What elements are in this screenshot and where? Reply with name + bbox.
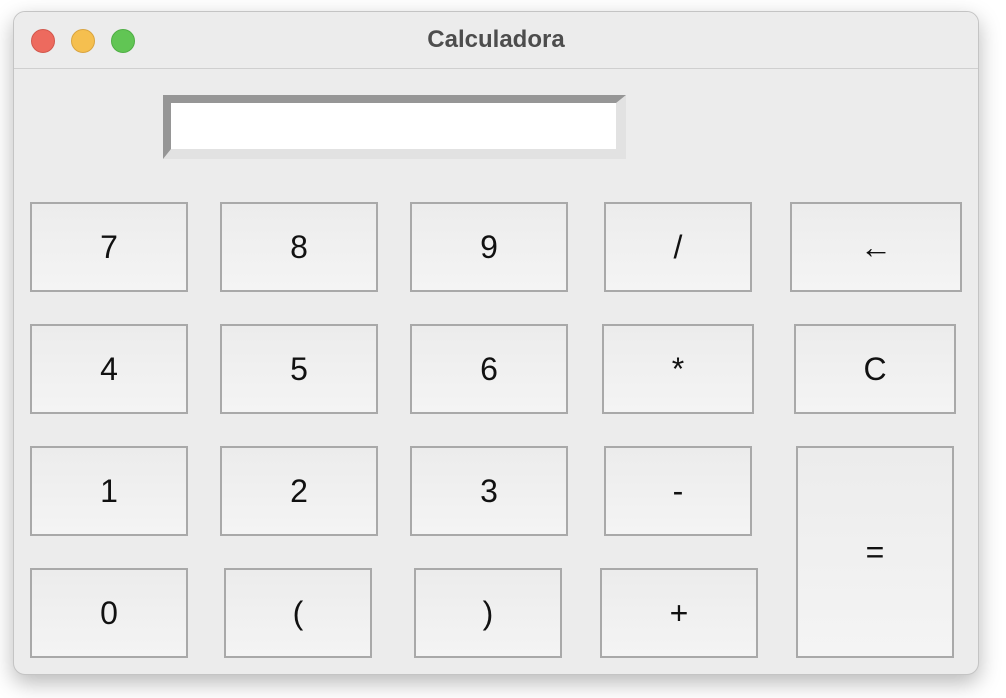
divide-label: / xyxy=(673,228,683,265)
clear-label: C xyxy=(863,350,887,387)
key-6-button[interactable]: 6 xyxy=(410,324,568,414)
minus-label: - xyxy=(672,472,684,509)
key-5-button[interactable]: 5 xyxy=(220,324,378,414)
divide-button[interactable]: / xyxy=(604,202,752,292)
key-0-button[interactable]: 0 xyxy=(30,568,188,658)
key-2-button[interactable]: 2 xyxy=(220,446,378,536)
backspace-button[interactable]: ← xyxy=(790,202,962,292)
plus-button[interactable]: + xyxy=(600,568,758,658)
key-3-button[interactable]: 3 xyxy=(410,446,568,536)
plus-label: + xyxy=(669,594,689,631)
open-paren-button[interactable]: ( xyxy=(224,568,372,658)
multiply-label: * xyxy=(671,350,685,387)
key-8-label: 8 xyxy=(290,228,308,265)
key-1-label: 1 xyxy=(100,472,118,509)
key-4-button[interactable]: 4 xyxy=(30,324,188,414)
equals-label: = xyxy=(865,533,885,570)
close-paren-button[interactable]: ) xyxy=(414,568,562,658)
key-9-label: 9 xyxy=(480,228,498,265)
key-3-label: 3 xyxy=(480,472,498,509)
open-paren-label: ( xyxy=(292,594,304,631)
title-bar: Calculadora xyxy=(14,12,978,69)
key-7-label: 7 xyxy=(100,228,118,265)
minus-button[interactable]: - xyxy=(604,446,752,536)
backspace-arrow-icon: ← xyxy=(860,228,892,265)
multiply-button[interactable]: * xyxy=(602,324,754,414)
key-9-button[interactable]: 9 xyxy=(410,202,568,292)
key-5-label: 5 xyxy=(290,350,308,387)
close-paren-label: ) xyxy=(482,594,494,631)
key-0-label: 0 xyxy=(100,594,118,631)
key-8-button[interactable]: 8 xyxy=(220,202,378,292)
key-4-label: 4 xyxy=(100,350,118,387)
clear-button[interactable]: C xyxy=(794,324,956,414)
key-2-label: 2 xyxy=(290,472,308,509)
equals-button[interactable]: = xyxy=(796,446,954,658)
key-1-button[interactable]: 1 xyxy=(30,446,188,536)
window-title: Calculadora xyxy=(427,26,565,53)
key-6-label: 6 xyxy=(480,350,498,387)
key-7-button[interactable]: 7 xyxy=(30,202,188,292)
calculator-window: Calculadora 7 8 9 / ← 4 5 6 * C 1 2 3 - … xyxy=(13,11,979,675)
expression-display-field[interactable] xyxy=(163,95,626,159)
